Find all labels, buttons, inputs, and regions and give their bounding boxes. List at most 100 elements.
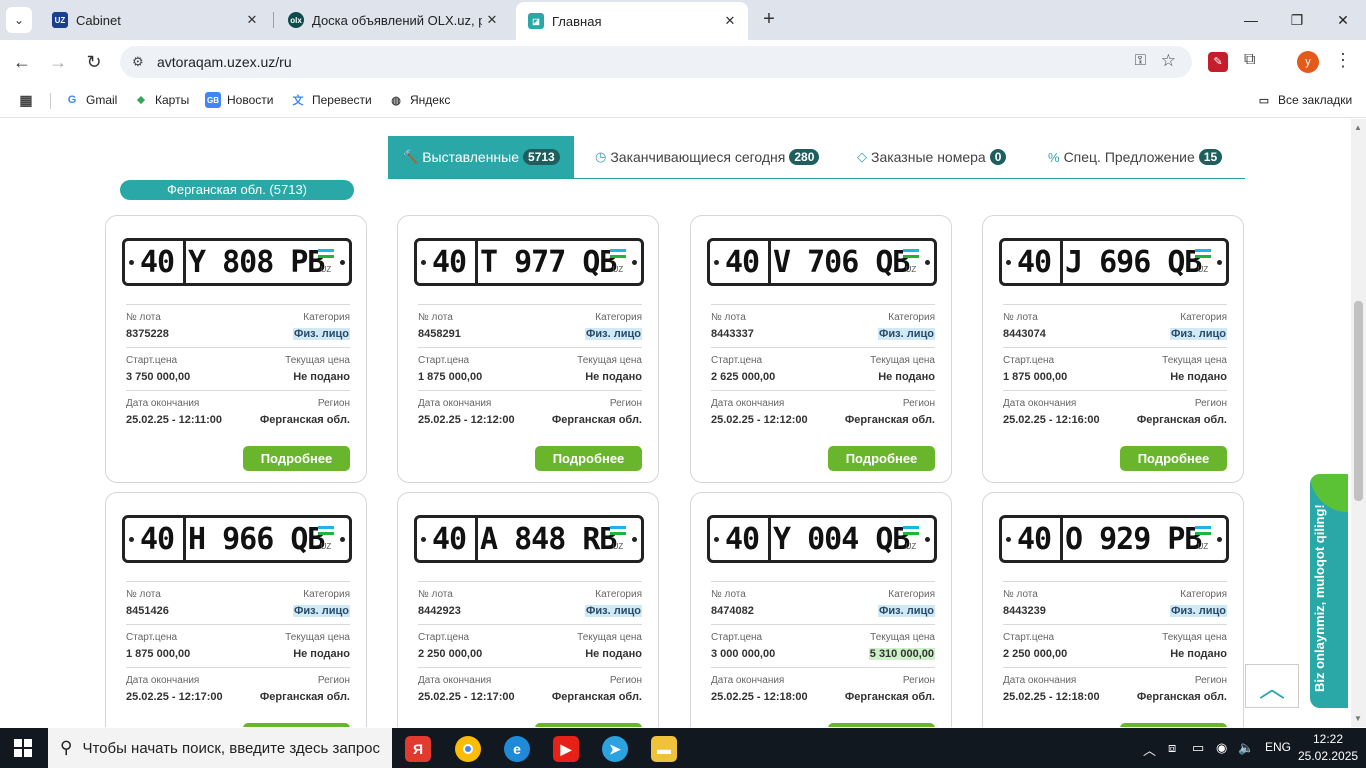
start-price: 1 875 000,00 (126, 648, 191, 660)
taskbar-search[interactable]: ⚲ Чтобы начать поиск, введите здесь запр… (48, 728, 392, 768)
reload-button[interactable]: ↻ (82, 50, 106, 74)
tray-power-icon[interactable]: ▭ (1192, 740, 1204, 756)
edge-icon[interactable]: e (504, 736, 530, 762)
apps-grid-button[interactable]: ▦ (18, 92, 40, 108)
close-icon[interactable]: ✕ (720, 13, 740, 29)
address-bar[interactable]: ⚙ avtoraqam.uzex.uz/ru ⚿ ☆ (120, 46, 1192, 78)
lot-card[interactable]: 40 Y 808 PB UZ № лота Категория 8375228 Физ. л… (105, 215, 367, 483)
browser-tab-cabinet[interactable]: UZ Cabinet ✕ (40, 0, 270, 40)
license-plate: 40 V 706 QB UZ (707, 238, 937, 286)
close-icon[interactable]: ✕ (482, 12, 502, 28)
price-row: Старт.цена Текущая цена 1 875 000,00 Не под… (418, 347, 642, 390)
file-explorer-icon[interactable]: ▬ (651, 736, 677, 762)
category-value: Физ. лицо (1170, 328, 1227, 340)
details-button[interactable]: Подробнее (243, 446, 350, 471)
details-button[interactable]: Подробнее (535, 723, 642, 727)
tab-special-offer[interactable]: % Спец. Предложение 15 (1048, 136, 1223, 178)
tab-ordered-numbers[interactable]: ◇ Заказные номера 0 (857, 136, 1007, 178)
region-label: Регион (317, 675, 350, 686)
plate-dot (714, 537, 719, 542)
tray-chevron-up-icon[interactable]: ︿ (1143, 740, 1156, 759)
tray-volume-icon[interactable]: 🔈 (1238, 740, 1254, 756)
chat-widget[interactable]: Biz onlaynmiz, muloqot qiling! (1310, 474, 1348, 708)
restore-button[interactable]: ❐ (1274, 0, 1320, 40)
current-price-label: Текущая цена (577, 355, 642, 366)
bookmark-gmail[interactable]: G Gmail (64, 92, 118, 108)
profile-avatar[interactable]: y (1297, 51, 1319, 73)
key-icon[interactable]: ⚿ (1135, 52, 1146, 69)
region-filter-pill[interactable]: Ферганская обл. (5713) (120, 180, 354, 200)
browser-tab-olx[interactable]: olx Доска объявлений OLX.uz, раз ✕ (276, 0, 510, 40)
taskbar-search-placeholder: Чтобы начать поиск, введите здесь запрос (82, 739, 381, 757)
details-button[interactable]: Подробнее (535, 446, 642, 471)
tray-device-icon[interactable]: ⧈ (1168, 740, 1176, 756)
uz-flag-icon (1195, 249, 1211, 261)
bookmark-separator (50, 93, 51, 109)
plate-divider (1060, 241, 1063, 283)
bookmark-star-icon[interactable]: ☆ (1161, 51, 1176, 71)
browser-tab-main[interactable]: ◪ Главная ✕ (516, 2, 748, 40)
bookmark-yandex[interactable]: ◍ Яндекс (388, 92, 450, 108)
category-value: Физ. лицо (293, 328, 350, 340)
plate-dot (1217, 260, 1222, 265)
plate-country: UZ (320, 542, 332, 551)
current-price: Не подано (293, 648, 350, 660)
all-bookmarks-button[interactable]: ▭ Все закладки (1256, 92, 1352, 108)
date-row: Дата окончания Регион 25.02.25 - 12:12:00 Ф… (418, 390, 642, 433)
region-value: Ферганская обл. (1136, 691, 1227, 703)
close-window-button[interactable]: ✕ (1320, 0, 1366, 40)
plate-dot (925, 537, 930, 542)
lot-card[interactable]: 40 H 966 QB UZ № лота Категория 8451426 Физ. л… (105, 492, 367, 727)
scroll-down-arrow-icon[interactable]: ▼ (1354, 714, 1362, 723)
url-text[interactable]: avtoraqam.uzex.uz/ru (157, 54, 292, 70)
plate-dot (632, 260, 637, 265)
license-plate: 40 H 966 QB UZ (122, 515, 352, 563)
telegram-icon[interactable]: ➤ (602, 736, 628, 762)
yandex-browser-icon[interactable]: Я (405, 736, 431, 762)
lot-card[interactable]: 40 O 929 PB UZ № лота Категория 8443239 Физ. л… (982, 492, 1244, 727)
page-scrollbar[interactable]: ▲ ▼ (1351, 119, 1366, 727)
bookmark-translate[interactable]: 文 Перевести (290, 92, 372, 108)
details-button[interactable]: Подробнее (1120, 723, 1227, 727)
details-button[interactable]: Подробнее (828, 723, 935, 727)
details-button[interactable]: Подробнее (1120, 446, 1227, 471)
tab-search-button[interactable]: ⌄ (6, 7, 32, 33)
scroll-to-top-button[interactable]: ︿ (1245, 664, 1299, 708)
scroll-up-arrow-icon[interactable]: ▲ (1354, 123, 1362, 132)
lot-number: 8443074 (1003, 328, 1046, 340)
bookmark-news[interactable]: GB Новости (205, 92, 273, 108)
plate-divider (475, 241, 478, 283)
lot-card[interactable]: 40 A 848 RB UZ № лота Категория 8442923 Физ. л… (397, 492, 659, 727)
uz-flag-icon (610, 249, 626, 261)
details-button[interactable]: Подробнее (828, 446, 935, 471)
scrollbar-thumb[interactable] (1354, 301, 1363, 501)
end-date-label: Дата окончания (418, 675, 492, 686)
lot-card[interactable]: 40 J 696 QB UZ № лота Категория 8443074 Физ. л… (982, 215, 1244, 483)
extension-icon[interactable]: ✎ (1208, 52, 1228, 72)
chevron-up-icon: ︿ (1258, 672, 1285, 703)
tray-language[interactable]: ENG (1265, 740, 1291, 754)
windows-start-icon[interactable] (14, 739, 32, 757)
youtube-icon[interactable]: ▶ (553, 736, 579, 762)
forward-button[interactable]: → (46, 50, 70, 74)
extensions-puzzle-icon[interactable]: ⧉ (1244, 51, 1255, 69)
back-button[interactable]: ← (10, 50, 34, 74)
category-label: Категория (1180, 589, 1227, 600)
chrome-icon[interactable] (455, 736, 481, 762)
close-icon[interactable]: ✕ (242, 12, 262, 28)
minimize-button[interactable]: — (1228, 0, 1274, 40)
tray-network-icon[interactable]: ◉ (1216, 740, 1227, 756)
new-tab-button[interactable]: + (758, 8, 780, 30)
plate-region-code: 40 (431, 245, 467, 280)
tab-exhibited[interactable]: 🔨 Выставленные 5713 (388, 136, 574, 178)
tab-ending-today[interactable]: ◷ Заканчивающиеся сегодня 280 (595, 136, 820, 178)
lot-tabs: 🔨 Выставленные 5713 ◷ Заканчивающиеся се… (388, 136, 1245, 179)
taskbar-clock[interactable]: 12:22 25.02.2025 (1298, 731, 1358, 765)
lot-card[interactable]: 40 V 706 QB UZ № лота Категория 8443337 Физ. л… (690, 215, 952, 483)
lot-card[interactable]: 40 T 977 QB UZ № лота Категория 8458291 Физ. л… (397, 215, 659, 483)
bookmark-maps[interactable]: ⬥ Карты (133, 92, 189, 108)
site-info-icon[interactable]: ⚙ (132, 54, 144, 70)
menu-dots-icon[interactable]: ⋮ (1334, 50, 1352, 71)
lot-card[interactable]: 40 Y 004 QB UZ № лота Категория 8474082 Физ. л… (690, 492, 952, 727)
details-button[interactable]: Подробнее (243, 723, 350, 727)
